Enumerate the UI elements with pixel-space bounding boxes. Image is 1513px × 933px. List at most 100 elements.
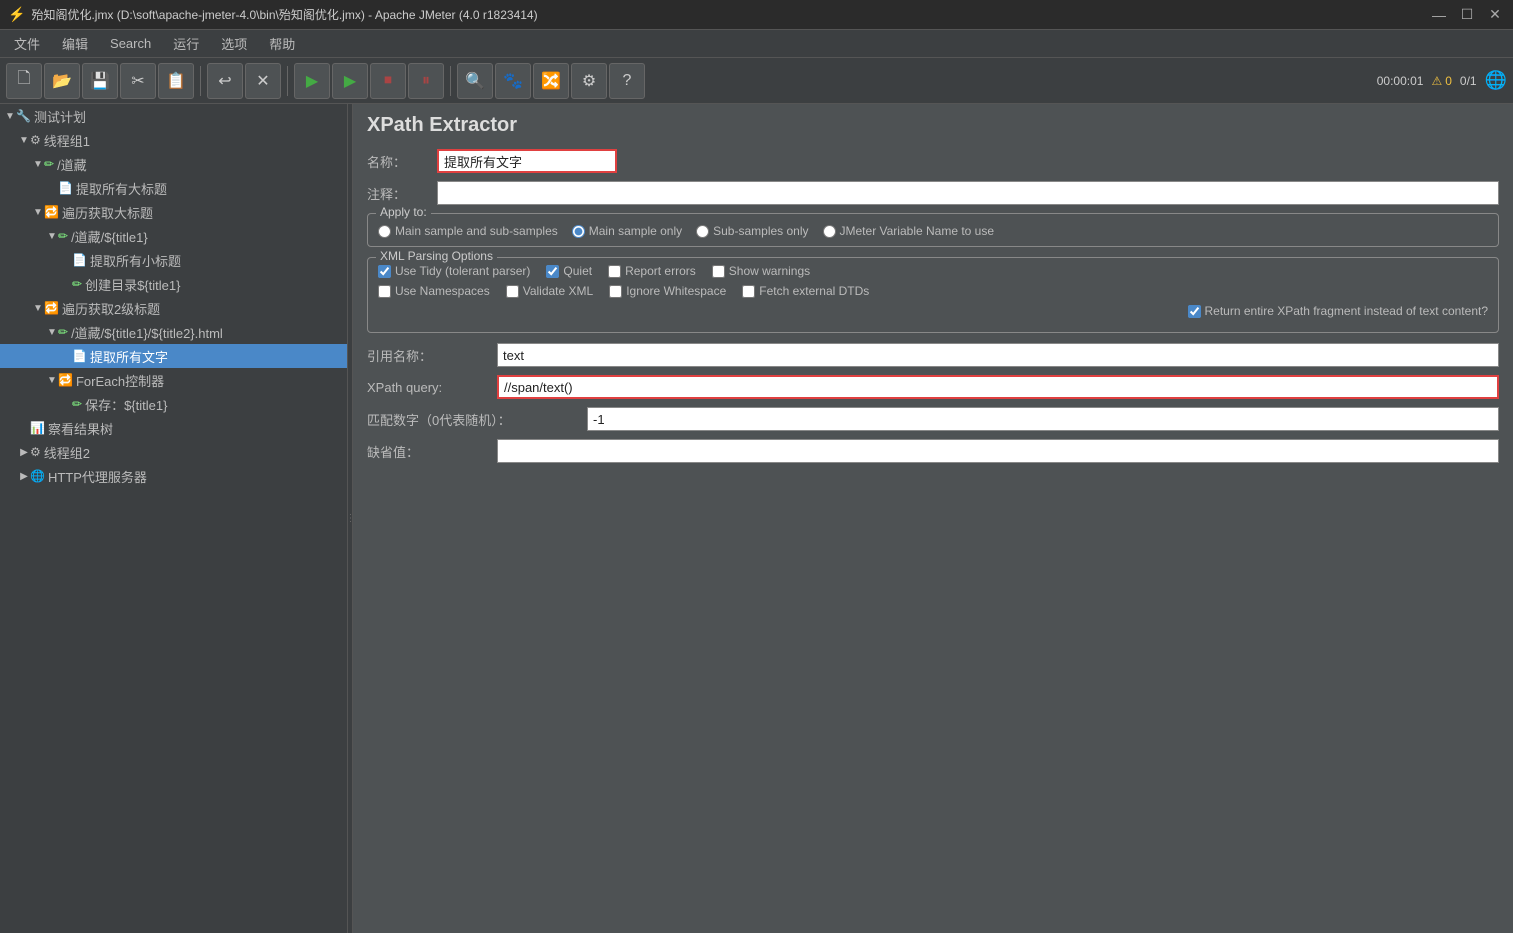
sidebar-item-thread-group-1[interactable]: ▼ ⚙ 线程组1 (0, 128, 347, 152)
apply-to-title: Apply to: (376, 205, 431, 219)
sidebar-item-daozang[interactable]: ▼ ✏ /道藏 (0, 152, 347, 176)
radio-sub-only-input[interactable] (696, 225, 709, 238)
globe-icon: 🌐 (1485, 70, 1507, 91)
menu-options[interactable]: 选项 (211, 31, 257, 56)
cb-show-warnings[interactable]: Show warnings (712, 264, 810, 278)
toolbar-separator-2 (287, 66, 288, 96)
sidebar-item-save-title1[interactable]: ✏ 保存：${title1} (0, 392, 347, 416)
cb-use-tidy[interactable]: Use Tidy (tolerant parser) (378, 264, 530, 278)
cb-namespaces[interactable]: Use Namespaces (378, 284, 490, 298)
undo-button[interactable]: ↩ (207, 63, 243, 99)
toolbar-separator-3 (450, 66, 451, 96)
menu-file[interactable]: 文件 (4, 31, 50, 56)
cb-show-warnings-input[interactable] (712, 265, 725, 278)
radio-variable[interactable]: JMeter Variable Name to use (823, 224, 995, 238)
debug-button[interactable]: 🐾 (495, 63, 531, 99)
menu-run[interactable]: 运行 (163, 31, 209, 56)
radio-sub-only[interactable]: Sub-samples only (696, 224, 808, 238)
titlebar-left: ⚡ 殆知阁优化.jmx (D:\soft\apache-jmeter-4.0\b… (8, 6, 538, 23)
start-button[interactable]: ▶ (294, 63, 330, 99)
search-button[interactable]: 🔍 (457, 63, 493, 99)
foreach-ctrl-icon: 🔁 (58, 373, 73, 387)
sidebar-item-test-plan[interactable]: ▼ 🔧 测试计划 (0, 104, 347, 128)
shutdown-button[interactable]: ⏸ (408, 63, 444, 99)
extract-text-icon: 📄 (72, 349, 87, 363)
menu-edit[interactable]: 编辑 (52, 31, 98, 56)
toolbar-right: 00:00:01 ⚠ 0 0/1 🌐 (1377, 70, 1507, 91)
cb-validate-xml[interactable]: Validate XML (506, 284, 593, 298)
thread-group-2-icon: ⚙ (30, 445, 41, 459)
sidebar-item-foreach-sub[interactable]: ▼ 🔁 遍历获取2级标题 (0, 296, 347, 320)
cb-ignore-whitespace[interactable]: Ignore Whitespace (609, 284, 726, 298)
thread-group-1-label: 线程组1 (44, 131, 90, 150)
match-label: 匹配数字（0代表随机）： (367, 410, 587, 429)
radio-main-only-input[interactable] (572, 225, 585, 238)
menu-help[interactable]: 帮助 (259, 31, 305, 56)
minimize-button[interactable]: — (1429, 5, 1449, 25)
help-toolbar-button[interactable]: ? (609, 63, 645, 99)
sidebar-item-extract-small[interactable]: 📄 提取所有小标题 (0, 248, 347, 272)
close-button[interactable]: ✕ (1485, 5, 1505, 25)
match-input[interactable] (587, 407, 1499, 431)
arrow-daozang-title2: ▼ (46, 327, 58, 338)
cb-fetch-dtds[interactable]: Fetch external DTDs (742, 284, 869, 298)
default-input[interactable] (497, 439, 1499, 463)
save-button[interactable]: 💾 (82, 63, 118, 99)
cb-ignore-whitespace-input[interactable] (609, 285, 622, 298)
sidebar-item-results-tree[interactable]: 📊 察看结果树 (0, 416, 347, 440)
ref-name-label: 引用名称： (367, 346, 497, 365)
sidebar-item-extract-big-titles[interactable]: 📄 提取所有大标题 (0, 176, 347, 200)
comment-label: 注释： (367, 184, 437, 203)
error-ratio: 0/1 (1460, 74, 1477, 88)
cb-quiet-label: Quiet (563, 264, 592, 278)
cb-quiet[interactable]: Quiet (546, 264, 592, 278)
sidebar-item-extract-text[interactable]: 📄 提取所有文字 (0, 344, 347, 368)
cb-report-errors[interactable]: Report errors (608, 264, 696, 278)
cb-validate-xml-input[interactable] (506, 285, 519, 298)
sidebar-item-foreach-big[interactable]: ▼ 🔁 遍历获取大标题 (0, 200, 347, 224)
radio-main-only[interactable]: Main sample only (572, 224, 682, 238)
extract-small-icon: 📄 (72, 253, 87, 267)
stop-button[interactable]: ⏹ (370, 63, 406, 99)
cut-button[interactable]: ✂ (120, 63, 156, 99)
radio-variable-input[interactable] (823, 225, 836, 238)
cb-return-xpath-input[interactable] (1188, 305, 1201, 318)
radio-main-sub-input[interactable] (378, 225, 391, 238)
default-row: 缺省值： (367, 439, 1499, 463)
cb-use-tidy-input[interactable] (378, 265, 391, 278)
xpath-input[interactable] (497, 375, 1499, 399)
arrow-daozang: ▼ (32, 159, 44, 170)
delete-button[interactable]: ✕ (245, 63, 281, 99)
cb-report-errors-input[interactable] (608, 265, 621, 278)
start-nopause-button[interactable]: ▶ (332, 63, 368, 99)
cb-return-xpath[interactable]: Return entire XPath fragment instead of … (1188, 304, 1489, 318)
arrow-thread-group-1: ▼ (18, 135, 30, 146)
sidebar-item-foreach-ctrl[interactable]: ▼ 🔁 ForEach控制器 (0, 368, 347, 392)
sidebar-item-daozang-title2[interactable]: ▼ ✏ /道藏/${title1}/${title2}.html (0, 320, 347, 344)
warning-indicator: ⚠ 0 (1431, 74, 1451, 88)
cb-fetch-dtds-input[interactable] (742, 285, 755, 298)
copy-button[interactable]: 📋 (158, 63, 194, 99)
new-button[interactable]: 🗋 (6, 63, 42, 99)
comment-input[interactable] (437, 181, 1499, 205)
cb-ignore-whitespace-label: Ignore Whitespace (626, 284, 726, 298)
template-button[interactable]: ⚙ (571, 63, 607, 99)
remote-button[interactable]: 🔀 (533, 63, 569, 99)
sidebar-item-create-dir[interactable]: ✏ 创建目录${title1} (0, 272, 347, 296)
daozang-title1-icon: ✏ (58, 229, 68, 243)
menu-search[interactable]: Search (100, 33, 161, 54)
name-input[interactable] (437, 149, 617, 173)
cb-namespaces-label: Use Namespaces (395, 284, 490, 298)
sidebar-item-http-proxy[interactable]: ▶ 🌐 HTTP代理服务器 (0, 464, 347, 488)
open-button[interactable]: 📂 (44, 63, 80, 99)
cb-quiet-input[interactable] (546, 265, 559, 278)
cb-namespaces-input[interactable] (378, 285, 391, 298)
maximize-button[interactable]: ☐ (1457, 5, 1477, 25)
sidebar-item-thread-group-2[interactable]: ▶ ⚙ 线程组2 (0, 440, 347, 464)
titlebar-controls: — ☐ ✕ (1429, 5, 1505, 25)
cb-fetch-dtds-label: Fetch external DTDs (759, 284, 869, 298)
elapsed-time: 00:00:01 (1377, 74, 1424, 88)
radio-main-sub[interactable]: Main sample and sub-samples (378, 224, 558, 238)
ref-name-input[interactable] (497, 343, 1499, 367)
sidebar-item-daozang-title1[interactable]: ▼ ✏ /道藏/${title1} (0, 224, 347, 248)
